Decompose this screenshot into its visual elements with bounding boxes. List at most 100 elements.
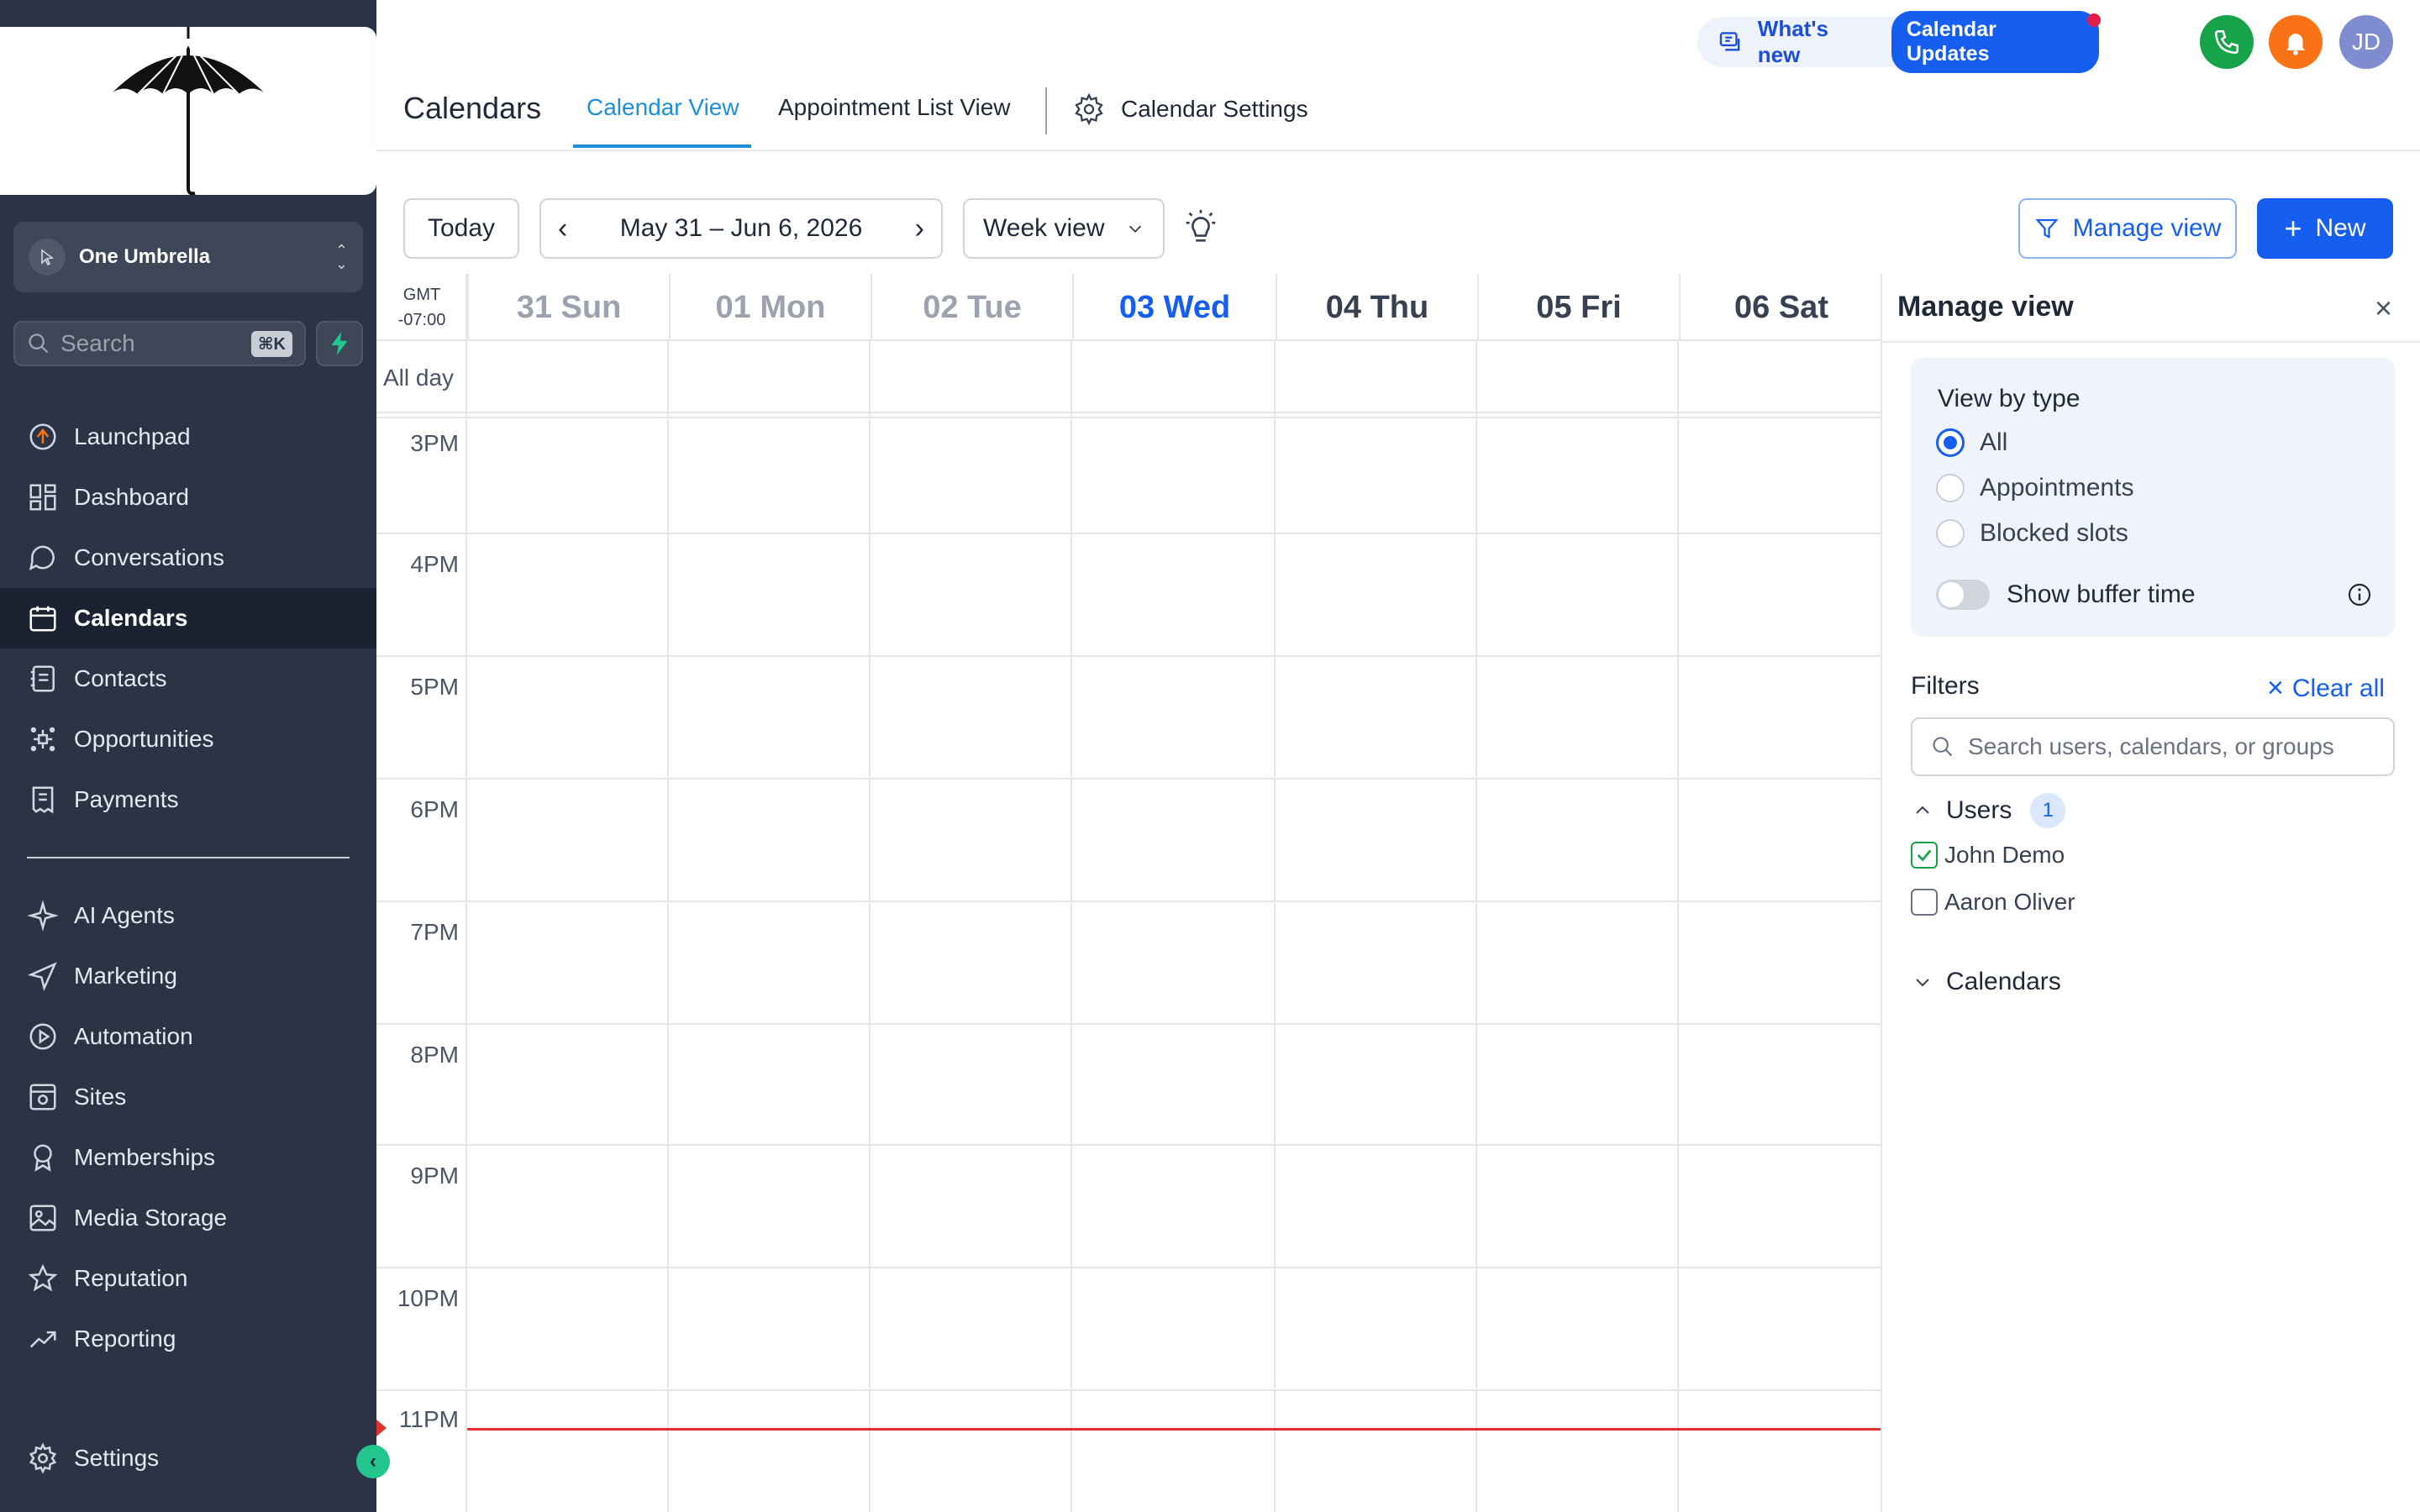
sidebar-item-payments[interactable]: Payments — [0, 769, 376, 830]
all-day-divider-2 — [376, 417, 1882, 418]
checkbox-checked[interactable] — [1911, 842, 1938, 869]
plus-icon: + — [2284, 211, 2302, 245]
day-header-fri[interactable]: 05 Fri — [1477, 274, 1679, 341]
radio-appointments[interactable]: Appointments — [1936, 474, 2133, 502]
filters-title: Filters — [1911, 672, 1980, 700]
day-header-sat[interactable]: 06 Sat — [1679, 274, 1882, 341]
sidebar-item-label: Calendars — [74, 605, 188, 631]
sidebar-item-ai-agents[interactable]: AI Agents — [0, 885, 376, 946]
calendar-updates-pill[interactable]: Calendar Updates — [1891, 11, 2099, 73]
radio-all[interactable]: All — [1936, 428, 2007, 457]
sidebar-search-input[interactable]: Search ⌘K — [13, 321, 306, 366]
sidebar-item-dashboard[interactable]: Dashboard — [0, 467, 376, 528]
close-icon: × — [2267, 672, 2284, 704]
day-header-wed[interactable]: 03 Wed — [1072, 274, 1276, 341]
dashboard-icon — [29, 484, 56, 511]
sidebar-item-contacts[interactable]: Contacts — [0, 648, 376, 709]
chevron-left-icon[interactable]: ‹ — [558, 213, 567, 245]
sidebar-collapse-button[interactable]: ‹ — [356, 1445, 390, 1478]
chevron-right-icon[interactable]: › — [915, 213, 924, 245]
contacts-icon — [30, 665, 55, 692]
day-column-line — [1274, 341, 1276, 1512]
day-header-tue[interactable]: 02 Tue — [871, 274, 1072, 341]
sidebar-item-label: Dashboard — [74, 484, 189, 510]
sidebar-item-label: Contacts — [74, 665, 167, 691]
account-switcher[interactable]: One Umbrella ⌃ ⌄ — [13, 222, 363, 292]
sidebar-item-conversations[interactable]: Conversations — [0, 528, 376, 588]
tab-calendar-settings[interactable]: Calendar Settings — [1072, 92, 1308, 126]
user-avatar[interactable]: JD — [2339, 15, 2393, 69]
close-icon[interactable]: × — [2375, 291, 2392, 326]
date-range-navigator: ‹ May 31 – Jun 6, 2026 › — [539, 198, 943, 259]
sidebar-item-label: Automation — [74, 1023, 193, 1049]
checkbox[interactable] — [1911, 889, 1938, 916]
hour-label: 8PM — [410, 1042, 459, 1068]
radio-button[interactable] — [1936, 474, 1965, 502]
whats-new-label: What's new — [1757, 16, 1828, 67]
info-icon[interactable] — [2346, 581, 2373, 608]
whats-new-banner[interactable]: What's new Calendar Updates — [1697, 11, 2099, 73]
calendars-label: Calendars — [1946, 968, 2061, 995]
quick-actions-button[interactable] — [316, 321, 363, 366]
day-column-line — [869, 341, 871, 1512]
launchpad-icon — [29, 423, 56, 450]
manage-view-button[interactable]: Manage view — [2018, 198, 2237, 259]
hour-line — [376, 1267, 1882, 1268]
sidebar-item-reputation[interactable]: Reputation — [0, 1248, 376, 1309]
day-header-thu[interactable]: 04 Thu — [1276, 274, 1477, 341]
sidebar-item-label: Memberships — [74, 1144, 216, 1170]
user-filter-john-demo[interactable]: John Demo — [1911, 842, 2065, 869]
panel-title: Manage view — [1897, 291, 2074, 323]
radio-button[interactable] — [1936, 519, 1965, 548]
hour-label: 7PM — [410, 919, 459, 945]
sidebar-item-opportunities[interactable]: Opportunities — [0, 709, 376, 769]
view-select[interactable]: Week view — [963, 198, 1165, 259]
notifications-button[interactable] — [2269, 15, 2323, 69]
clear-all-button[interactable]: × Clear all — [2267, 672, 2385, 705]
tab-appointment-list-view[interactable]: Appointment List View — [778, 94, 1011, 121]
sidebar-item-automation[interactable]: Automation — [0, 1006, 376, 1067]
sidebar-item-marketing[interactable]: Marketing — [0, 946, 376, 1006]
day-header-sun[interactable]: 31 Sun — [467, 274, 669, 341]
calendars-filter-group[interactable]: Calendars — [1912, 968, 2061, 996]
sidebar-item-launchpad[interactable]: Launchpad — [0, 407, 376, 467]
sidebar-item-media-storage[interactable]: Media Storage — [0, 1188, 376, 1248]
hour-label: 4PM — [410, 551, 459, 577]
sidebar-item-sites[interactable]: Sites — [0, 1067, 376, 1127]
company-logo[interactable] — [0, 27, 376, 195]
sidebar-item-label: Reputation — [74, 1265, 188, 1291]
hour-label: 10PM — [397, 1285, 459, 1311]
filter-search-input[interactable]: Search users, calendars, or groups — [1911, 717, 2395, 776]
trend-icon — [29, 1331, 56, 1348]
timezone-offset: -07:00 — [397, 311, 446, 329]
chevron-up-down-icon: ⌃ ⌄ — [334, 242, 348, 272]
tab-label: Calendar Settings — [1121, 96, 1308, 122]
star-icon — [28, 1263, 58, 1292]
radio-button-selected[interactable] — [1936, 428, 1965, 457]
day-header-mon[interactable]: 01 Mon — [669, 274, 871, 341]
tips-button[interactable] — [1181, 208, 1220, 251]
sidebar-item-settings[interactable]: Settings — [0, 1428, 376, 1488]
new-appointment-button[interactable]: + New — [2257, 198, 2393, 259]
sidebar-item-calendars[interactable]: Calendars — [0, 588, 376, 648]
clear-all-label: Clear all — [2291, 674, 2385, 702]
user-filter-aaron-oliver[interactable]: Aaron Oliver — [1911, 889, 2075, 916]
chat-bubble-icon — [29, 545, 55, 570]
check-icon — [1917, 849, 1932, 862]
buffer-time-toggle[interactable] — [1936, 580, 1990, 610]
today-button[interactable]: Today — [403, 198, 519, 259]
new-label: New — [2315, 214, 2366, 242]
header-divider — [376, 339, 1882, 341]
phone-button[interactable] — [2200, 15, 2254, 69]
sidebar-item-reporting[interactable]: Reporting — [0, 1309, 376, 1369]
all-day-divider — [376, 412, 1882, 413]
filter-search-placeholder: Search users, calendars, or groups — [1968, 733, 2334, 759]
active-tab-indicator — [573, 144, 751, 148]
sidebar-item-memberships[interactable]: Memberships — [0, 1127, 376, 1188]
radio-blocked-slots[interactable]: Blocked slots — [1936, 519, 2128, 548]
users-filter-group[interactable]: Users 1 — [1912, 793, 2066, 828]
manage-view-label: Manage view — [2072, 214, 2222, 242]
search-shortcut-badge: ⌘K — [251, 330, 292, 357]
tab-calendar-view[interactable]: Calendar View — [587, 94, 739, 121]
buffer-time-row: Show buffer time — [1936, 580, 2373, 610]
